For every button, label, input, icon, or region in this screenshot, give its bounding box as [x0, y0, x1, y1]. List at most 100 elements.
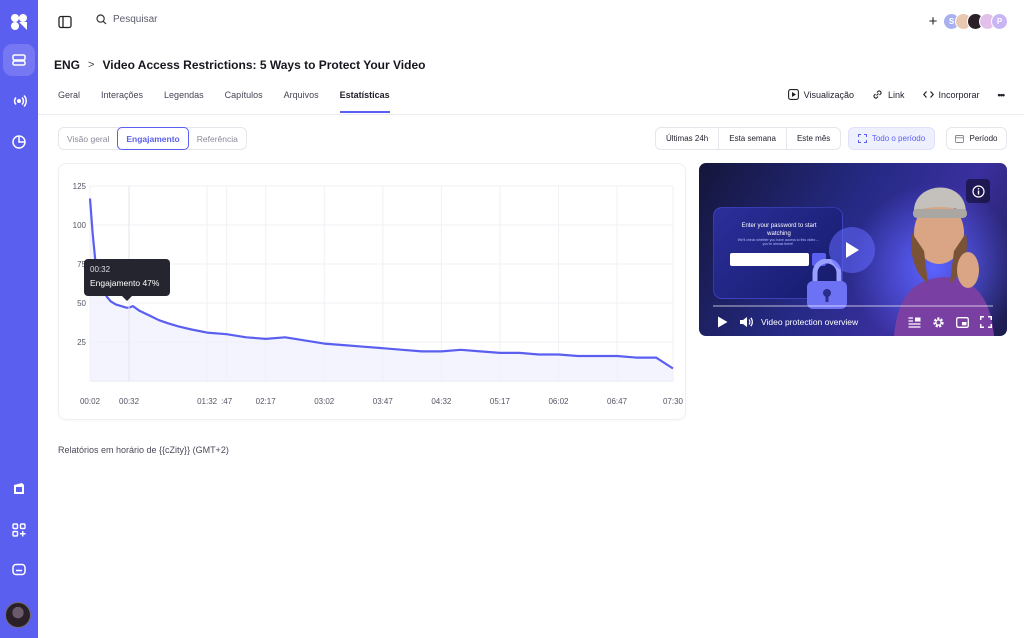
sidebar-toggle-icon[interactable]: [58, 15, 72, 29]
expand-icon: [857, 134, 867, 143]
tab-geral[interactable]: Geral: [58, 90, 80, 113]
tab-estatisticas[interactable]: Estatísticas: [339, 90, 390, 113]
app-logo[interactable]: [3, 6, 35, 38]
x-tick-label: 03:02: [314, 397, 335, 406]
chapters-icon: [908, 316, 920, 328]
tab-capitulos[interactable]: Capítulos: [225, 90, 263, 113]
stats-view-visao-geral[interactable]: Visão geral: [59, 128, 117, 149]
video-password-field: [730, 253, 809, 266]
range-this-month[interactable]: Este mês: [787, 128, 840, 149]
tabs-divider: [38, 114, 1024, 115]
rail-chat[interactable]: [3, 554, 35, 586]
more-options-button[interactable]: •••: [998, 90, 1006, 100]
play-icon: [717, 316, 727, 328]
breadcrumb-folder[interactable]: ENG: [54, 58, 80, 72]
page-title: Video Access Restrictions: 5 Ways to Pro…: [102, 58, 426, 72]
control-chapters[interactable]: [905, 313, 923, 331]
search-box[interactable]: Pesquisar: [96, 14, 157, 25]
x-tick-label: 05:17: [490, 397, 511, 406]
app-rail: [0, 0, 38, 638]
videos-icon: [12, 54, 26, 66]
embed-label: Incorporar: [938, 89, 980, 100]
add-button[interactable]: +: [924, 12, 942, 30]
control-settings[interactable]: [929, 313, 947, 331]
breadcrumb: ENG > Video Access Restrictions: 5 Ways …: [54, 58, 425, 72]
timezone-note: Relatórios em horário de {{cZity}} (GMT+…: [58, 445, 229, 455]
code-icon: [922, 91, 934, 98]
y-tick-label: 50: [77, 299, 86, 308]
control-picture-in-picture[interactable]: [953, 313, 971, 331]
x-tick-label: 06:47: [607, 397, 628, 406]
apps-add-icon: [12, 523, 26, 537]
tooltip-time: 00:32: [90, 265, 111, 274]
stats-view-engajamento[interactable]: Engajamento: [117, 127, 189, 150]
info-icon: [971, 184, 985, 198]
x-tick-label: 00:02: [80, 397, 101, 406]
rail-videos[interactable]: [3, 44, 35, 76]
link-label: Link: [888, 89, 905, 100]
tab-interacoes[interactable]: Interações: [101, 90, 143, 113]
control-volume[interactable]: [737, 313, 755, 331]
range-all-time-label: Todo o período: [871, 134, 926, 143]
link-button[interactable]: Link: [872, 89, 905, 100]
stats-view-selector: Visão geral Engajamento Referência: [58, 127, 247, 150]
x-tick-label: 04:32: [431, 397, 452, 406]
calendar-icon: [955, 135, 965, 143]
y-tick-label: 100: [73, 221, 87, 230]
x-tick-label: 06:02: [548, 397, 569, 406]
control-fullscreen[interactable]: [977, 313, 995, 331]
range-last-24h[interactable]: Últimas 24h: [656, 128, 720, 149]
logo-icon: [11, 14, 27, 30]
play-square-icon: [787, 89, 799, 100]
x-tick-label: 00:32: [119, 397, 140, 406]
x-tick-label: :47: [221, 397, 233, 406]
preview-label: Visualização: [803, 89, 854, 100]
x-tick-label: 01:32: [197, 397, 218, 406]
custom-period-button[interactable]: Período: [946, 127, 1007, 150]
embed-button[interactable]: Incorporar: [922, 89, 980, 100]
top-bar: Pesquisar + SP: [38, 0, 1024, 44]
x-tick-label: 02:17: [256, 397, 277, 406]
chat-icon: [12, 563, 26, 576]
rail-integrations[interactable]: [3, 514, 35, 546]
video-play-button[interactable]: [829, 227, 875, 273]
link-icon: [873, 90, 882, 99]
rail-live[interactable]: [3, 85, 35, 117]
date-range-selector: Últimas 24h Esta semana Este mês: [655, 127, 842, 150]
gear-icon: [932, 316, 944, 328]
video-controls: Video protection overview: [713, 312, 995, 332]
preview-button[interactable]: Visualização: [787, 89, 854, 100]
video-tabs: Geral Interações Legendas Capítulos Arquivos…: [58, 90, 411, 113]
video-player[interactable]: Enter your password to start watching We…: [699, 163, 1007, 336]
video-progress-bar[interactable]: [713, 305, 993, 307]
video-password-title: Enter your password to start watching: [741, 223, 817, 237]
volume-icon: [740, 317, 753, 327]
video-title: Video protection overview: [761, 317, 859, 327]
collaborator-avatar[interactable]: P: [991, 12, 1008, 30]
collaborator-avatars[interactable]: SP: [943, 12, 1008, 30]
video-password-subtitle: We'll check whether you have access to t…: [737, 238, 819, 246]
stats-view-referencia[interactable]: Referência: [189, 128, 246, 149]
breadcrumb-separator: >: [88, 59, 95, 71]
tab-legendas[interactable]: Legendas: [164, 90, 204, 113]
x-tick-label: 03:47: [373, 397, 394, 406]
broadcast-icon: [13, 94, 27, 108]
x-tick-label: 07:30: [663, 397, 684, 406]
control-play[interactable]: [713, 313, 731, 331]
y-tick-label: 25: [77, 338, 86, 347]
tab-arquivos[interactable]: Arquivos: [284, 90, 319, 113]
tab-actions: Visualização Link Incorporar •••: [787, 89, 1006, 100]
rail-library[interactable]: [3, 473, 35, 505]
rail-analytics[interactable]: [3, 126, 35, 158]
play-icon: [846, 242, 859, 258]
chart-tooltip: 00:32 Engajamento 47%: [84, 259, 170, 301]
pip-icon: [955, 316, 969, 328]
user-avatar[interactable]: [5, 602, 31, 628]
video-info-button[interactable]: [966, 179, 990, 203]
search-icon: [96, 14, 107, 25]
range-all-time[interactable]: Todo o período: [848, 127, 935, 150]
range-this-week[interactable]: Esta semana: [719, 128, 787, 149]
library-icon: [14, 483, 24, 494]
custom-period-label: Período: [969, 134, 998, 143]
search-placeholder: Pesquisar: [113, 14, 158, 25]
